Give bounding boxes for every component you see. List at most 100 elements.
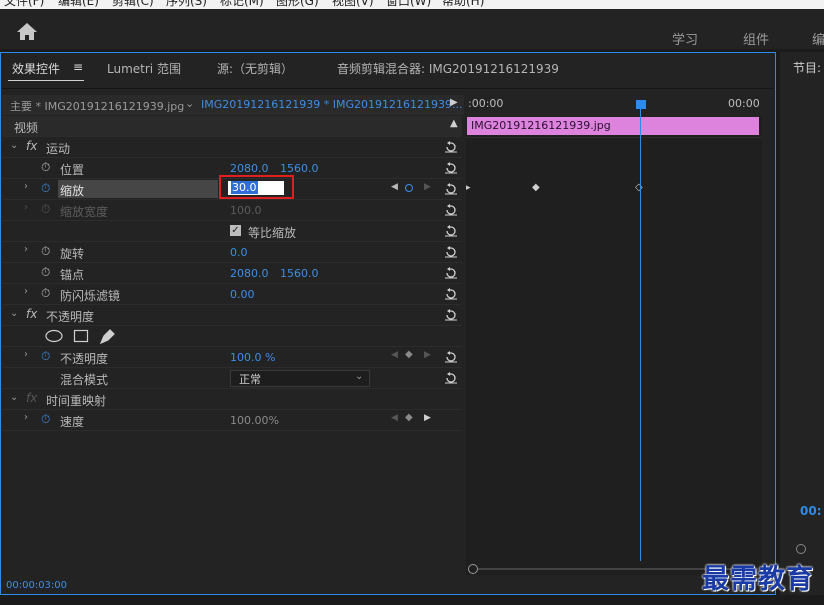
keyframe-timeline[interactable] bbox=[466, 95, 762, 575]
expand-arrow-icon[interactable]: ⌄ bbox=[10, 308, 18, 319]
add-keyframe-icon[interactable]: ◆ bbox=[405, 349, 413, 360]
rotation-value[interactable]: 0.0 bbox=[230, 246, 248, 259]
expand-right-icon[interactable]: › bbox=[24, 349, 28, 360]
reset-icon[interactable] bbox=[444, 288, 458, 300]
source-header: 主要 * IMG20191216121939.jpg ⌄ IMG20191216… bbox=[2, 95, 464, 115]
workspace-editing[interactable]: 编 bbox=[812, 29, 824, 48]
reset-icon[interactable] bbox=[444, 225, 458, 237]
anti-flicker-value[interactable]: 0.00 bbox=[230, 288, 255, 301]
clip-bar[interactable]: IMG20191216121939.jpg bbox=[467, 117, 759, 135]
reset-icon[interactable] bbox=[444, 372, 458, 384]
prev-keyframe-icon[interactable]: ◀ bbox=[391, 182, 398, 192]
menu-view[interactable]: 视图(V) bbox=[332, 0, 374, 9]
add-keyframe-icon[interactable] bbox=[405, 184, 413, 192]
stopwatch-active-icon[interactable]: ⏱ bbox=[41, 349, 50, 364]
tab-effect-controls[interactable]: 效果控件 bbox=[12, 60, 60, 77]
panel-menu-icon[interactable]: ≡ bbox=[73, 60, 83, 74]
menu-window[interactable]: 窗口(W) bbox=[386, 0, 431, 9]
uniform-scale-checkbox[interactable]: ✓ bbox=[230, 225, 241, 236]
next-keyframe-icon[interactable]: ▶ bbox=[424, 182, 431, 192]
uniform-scale-row: ✓ 等比缩放 bbox=[2, 221, 462, 242]
expand-right-icon[interactable]: › bbox=[24, 286, 28, 297]
reset-icon[interactable] bbox=[444, 246, 458, 258]
tab-audio-clip-mixer[interactable]: 音频剪辑混合器: IMG20191216121939 bbox=[337, 60, 559, 77]
sequence-clip-label[interactable]: IMG20191216121939 * IMG20191216121939... bbox=[201, 98, 462, 111]
program-monitor-panel: 节目: 00: bbox=[780, 52, 824, 595]
blend-mode-select[interactable]: 正常 ⌄ bbox=[230, 370, 370, 387]
menu-clip[interactable]: 剪辑(C) bbox=[112, 0, 154, 9]
expand-right-icon[interactable]: › bbox=[24, 202, 28, 213]
program-timecode[interactable]: 00: bbox=[800, 504, 822, 518]
expand-arrow-icon[interactable]: ⌄ bbox=[10, 140, 18, 151]
stopwatch-icon[interactable]: ⏱ bbox=[41, 286, 50, 301]
collapse-up-icon[interactable]: ▲ bbox=[450, 118, 458, 129]
reset-icon[interactable] bbox=[444, 204, 458, 216]
zoom-handle[interactable] bbox=[468, 564, 478, 574]
fx-icon[interactable]: fx bbox=[26, 391, 37, 405]
tab-source[interactable]: 源:（无剪辑） bbox=[217, 60, 293, 77]
chevron-down-icon[interactable]: ⌄ bbox=[185, 97, 194, 110]
pen-mask-icon[interactable] bbox=[98, 328, 116, 344]
expand-right-icon[interactable]: › bbox=[24, 181, 28, 192]
expand-right-icon[interactable]: › bbox=[24, 244, 28, 255]
stopwatch-icon[interactable]: ⏱ bbox=[41, 244, 50, 259]
reset-icon[interactable] bbox=[444, 141, 458, 153]
fx-icon[interactable]: fx bbox=[26, 307, 37, 321]
opacity-effect-row[interactable]: ⌄ fx 不透明度 bbox=[2, 305, 462, 326]
blend-mode-row: 混合模式 正常 ⌄ bbox=[2, 368, 462, 389]
menu-edit[interactable]: 编辑(E) bbox=[58, 0, 99, 9]
menu-sequence[interactable]: 序列(S) bbox=[166, 0, 207, 9]
stopwatch-icon[interactable]: ⏱ bbox=[41, 160, 50, 175]
reset-icon[interactable] bbox=[444, 309, 458, 321]
master-clip-label[interactable]: 主要 * IMG20191216121939.jpg bbox=[10, 98, 184, 114]
program-scroll-handle[interactable] bbox=[796, 544, 806, 554]
current-timecode[interactable]: 00:00:03:00 bbox=[6, 580, 67, 591]
expand-arrow-icon[interactable]: ⌄ bbox=[10, 392, 18, 403]
stopwatch-active-icon[interactable]: ⏱ bbox=[41, 181, 50, 196]
expand-right-icon[interactable]: › bbox=[24, 412, 28, 423]
stopwatch-icon[interactable]: ⏱ bbox=[41, 265, 50, 280]
position-y-value[interactable]: 1560.0 bbox=[280, 162, 319, 175]
rectangle-mask-icon[interactable] bbox=[73, 329, 89, 343]
timeline-row-line bbox=[466, 137, 762, 138]
opacity-value[interactable]: 100.0 % bbox=[230, 351, 275, 364]
menu-marker[interactable]: 标记(M) bbox=[220, 0, 264, 9]
stopwatch-icon[interactable]: ⏱ bbox=[41, 202, 50, 217]
home-icon[interactable] bbox=[14, 21, 40, 41]
next-keyframe-icon[interactable]: ▶ bbox=[424, 350, 431, 360]
next-keyframe-icon[interactable]: ▶ bbox=[424, 413, 431, 423]
position-x-value[interactable]: 2080.0 bbox=[230, 162, 269, 175]
keyframe-diamond[interactable]: ◇ bbox=[635, 182, 643, 193]
workspace-learn[interactable]: 学习 bbox=[672, 29, 698, 48]
menu-help[interactable]: 帮助(H) bbox=[442, 0, 484, 9]
prev-keyframe-icon[interactable]: ◀ bbox=[391, 413, 398, 423]
time-remap-row[interactable]: ⌄ fx 时间重映射 bbox=[2, 389, 462, 410]
keyframe-diamond[interactable]: ◆ bbox=[532, 182, 540, 193]
status-bar: 00:00:03:00 bbox=[2, 578, 464, 594]
reset-icon[interactable] bbox=[444, 162, 458, 174]
reset-icon[interactable] bbox=[444, 183, 458, 195]
program-monitor-title[interactable]: 节目: bbox=[793, 59, 821, 76]
scale-input[interactable]: 30.0 bbox=[228, 181, 284, 195]
anchor-x-value[interactable]: 2080.0 bbox=[230, 267, 269, 280]
menu-graphics[interactable]: 图形(G) bbox=[276, 0, 319, 9]
prev-keyframe-icon[interactable]: ◀ bbox=[391, 350, 398, 360]
reset-icon[interactable] bbox=[444, 267, 458, 279]
time-ruler[interactable]: :00:00 00:00 bbox=[466, 95, 762, 117]
keyframe-start-marker[interactable]: ▸ bbox=[466, 183, 471, 193]
add-keyframe-icon[interactable]: ◆ bbox=[405, 412, 413, 423]
motion-effect-row[interactable]: ⌄ fx 运动 bbox=[2, 137, 462, 158]
playhead-handle[interactable] bbox=[636, 100, 646, 109]
fx-icon[interactable]: fx bbox=[26, 139, 37, 153]
tab-lumetri-scopes[interactable]: Lumetri 范围 bbox=[107, 60, 181, 77]
anchor-y-value[interactable]: 1560.0 bbox=[280, 267, 319, 280]
play-only-icon[interactable]: ▶ bbox=[450, 97, 458, 108]
ellipse-mask-icon[interactable] bbox=[44, 329, 64, 343]
reset-icon[interactable] bbox=[444, 351, 458, 363]
workspace-assembly[interactable]: 组件 bbox=[743, 29, 769, 48]
stopwatch-active-icon[interactable]: ⏱ bbox=[41, 412, 50, 427]
uniform-scale-label: 等比缩放 bbox=[248, 226, 297, 240]
playhead-line[interactable] bbox=[640, 104, 641, 561]
menu-file[interactable]: 文件(F) bbox=[4, 0, 44, 9]
scale-input-value[interactable]: 30.0 bbox=[231, 181, 258, 194]
